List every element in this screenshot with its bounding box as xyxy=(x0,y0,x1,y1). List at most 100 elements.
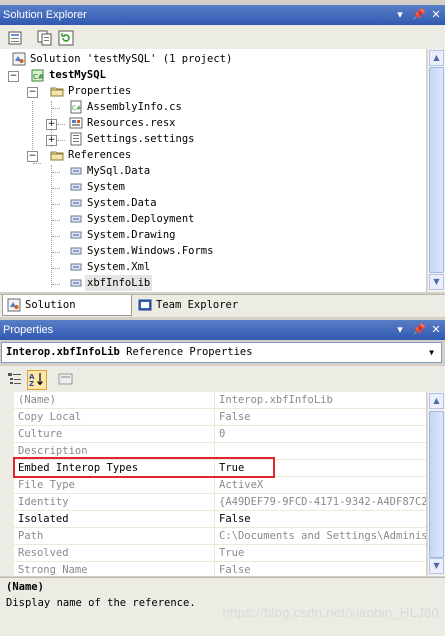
properties-title: Properties xyxy=(3,324,54,336)
tree-node-properties[interactable]: Properties xyxy=(50,83,250,99)
tree-node-reference[interactable]: System.Drawing xyxy=(69,227,269,243)
property-row[interactable]: Copy Local False xyxy=(0,409,426,426)
scroll-thumb[interactable] xyxy=(429,67,444,273)
tree-node-label: References xyxy=(68,149,132,161)
solution-icon xyxy=(12,52,26,66)
tree-node-label: xbfInfoLib xyxy=(85,275,153,291)
tree-node-project[interactable]: C# testMySQL xyxy=(31,67,231,83)
close-button[interactable]: ✕ xyxy=(430,320,442,340)
property-value: C:\Documents and Settings\Administ xyxy=(219,530,426,542)
property-row[interactable]: Resolved True xyxy=(0,545,426,562)
tree-node-references[interactable]: References xyxy=(50,147,250,163)
reference-icon xyxy=(69,228,83,242)
collapse-toggle[interactable]: − xyxy=(27,87,38,98)
window-position-button[interactable]: ▾ xyxy=(394,320,406,340)
refresh-icon[interactable] xyxy=(57,29,77,49)
scroll-thumb[interactable] xyxy=(429,411,444,558)
property-value: True xyxy=(219,547,245,559)
collapse-toggle[interactable]: − xyxy=(8,71,19,82)
property-value: Interop.xbfInfoLib xyxy=(219,394,333,406)
properties-icon[interactable] xyxy=(7,29,27,49)
tree-node-label: Properties xyxy=(68,85,132,97)
tree-node-label: System.Xml xyxy=(87,261,151,273)
solution-tree: Solution 'testMySQL' (1 project) − C# te… xyxy=(0,49,426,292)
property-name: File Type xyxy=(18,479,75,491)
tree-vertical-scrollbar[interactable]: ▲ ▼ xyxy=(427,49,445,292)
tree-node-reference-selected[interactable]: xbfInfoLib xyxy=(69,275,161,291)
svg-text:C#: C# xyxy=(72,105,81,112)
watermark: https://blog.csdn.net/xiaobin_HLJ80 xyxy=(222,605,439,620)
reference-icon xyxy=(69,244,83,258)
reference-icon xyxy=(69,196,83,210)
property-row[interactable]: Culture 0 xyxy=(0,426,426,443)
solution-explorer-toolbar xyxy=(0,25,445,50)
tree-node-label: MySql.Data xyxy=(87,165,151,177)
collapse-toggle[interactable]: − xyxy=(27,151,38,162)
object-name: Interop.xbfInfoLib xyxy=(6,346,120,358)
scroll-down-arrow[interactable]: ▼ xyxy=(429,558,444,574)
property-row[interactable]: Strong Name False xyxy=(0,562,426,576)
property-row[interactable]: Path C:\Documents and Settings\Administ xyxy=(0,528,426,545)
property-value: {A49DEF79-9FCD-4171-9342-A4DF87C231 xyxy=(219,496,426,508)
auto-hide-pin-icon[interactable]: 📌 xyxy=(412,5,426,25)
property-name: Culture xyxy=(18,428,63,440)
expand-toggle[interactable]: + xyxy=(46,135,57,146)
window-position-button[interactable]: ▾ xyxy=(394,5,406,25)
property-name: (Name) xyxy=(18,394,56,406)
property-pages-icon[interactable] xyxy=(57,370,77,390)
chevron-down-icon[interactable]: ▼ xyxy=(424,344,439,361)
alphabetical-icon[interactable]: AZ xyxy=(27,370,47,390)
property-row[interactable]: (Name) Interop.xbfInfoLib xyxy=(0,392,426,409)
property-row[interactable]: File Type ActiveX xyxy=(0,477,426,494)
tree-node-reference[interactable]: System xyxy=(69,179,269,195)
show-all-files-icon[interactable] xyxy=(36,29,56,49)
tree-node-reference[interactable]: System.Xml xyxy=(69,259,269,275)
solution-explorer-title: Solution Explorer xyxy=(3,9,87,21)
object-selector-combo[interactable]: Interop.xbfInfoLib Reference Properties … xyxy=(1,342,442,363)
tree-node-resources[interactable]: Resources.resx xyxy=(69,115,269,131)
tree-node-assemblyinfo[interactable]: C# AssemblyInfo.cs xyxy=(69,99,269,115)
tree-node-label: System xyxy=(87,181,125,193)
tree-node-reference[interactable]: MySql.Data xyxy=(69,163,269,179)
property-row[interactable]: Identity {A49DEF79-9FCD-4171-9342-A4DF87C… xyxy=(0,494,426,511)
tree-node-reference[interactable]: System.Data xyxy=(69,195,269,211)
categorized-icon[interactable] xyxy=(6,370,26,390)
auto-hide-pin-icon[interactable]: 📌 xyxy=(412,320,426,340)
property-value: ActiveX xyxy=(219,479,264,491)
property-name: Resolved xyxy=(18,547,69,559)
tab-solution-explorer[interactable]: Solution Explorer xyxy=(2,295,132,331)
svg-text:Z: Z xyxy=(29,380,34,387)
csharp-file-icon: C# xyxy=(69,100,83,114)
tree-node-label: AssemblyInfo.cs xyxy=(87,101,182,113)
close-button[interactable]: ✕ xyxy=(430,5,442,25)
csharp-project-icon: C# xyxy=(31,68,45,82)
folder-icon xyxy=(50,84,64,98)
description-title: (Name) xyxy=(6,581,44,593)
folder-icon xyxy=(50,148,64,162)
tab-label: Team Explorer xyxy=(156,299,239,311)
property-value[interactable]: False xyxy=(219,511,426,527)
solution-explorer-icon xyxy=(7,298,21,312)
tree-node-label: testMySQL xyxy=(49,69,106,81)
tree-node-label: Resources.resx xyxy=(87,117,176,129)
tab-team-explorer[interactable]: Team Explorer xyxy=(134,295,244,315)
property-row[interactable]: Isolated False xyxy=(0,511,426,528)
tree-node-solution[interactable]: Solution 'testMySQL' (1 project) xyxy=(12,51,312,67)
expand-toggle[interactable]: + xyxy=(46,119,57,130)
scroll-down-arrow[interactable]: ▼ xyxy=(429,274,444,290)
tree-node-label: System.Data xyxy=(87,197,157,209)
tree-node-reference[interactable]: System.Deployment xyxy=(69,211,269,227)
tree-node-label: Solution 'testMySQL' (1 project) xyxy=(30,53,233,65)
property-value: False xyxy=(219,411,251,423)
scroll-up-arrow[interactable]: ▲ xyxy=(429,393,444,409)
resx-file-icon xyxy=(69,116,83,130)
tree-node-settings[interactable]: Settings.settings xyxy=(69,131,269,147)
settings-file-icon xyxy=(69,132,83,146)
tree-node-label: System.Deployment xyxy=(87,213,195,225)
reference-icon xyxy=(69,212,83,226)
scroll-up-arrow[interactable]: ▲ xyxy=(429,50,444,66)
property-name: Strong Name xyxy=(18,564,88,576)
solution-explorer-tabs: Solution Explorer Team Explorer xyxy=(0,294,445,331)
property-grid-vertical-scrollbar[interactable]: ▲ ▼ xyxy=(427,392,445,576)
tree-node-reference[interactable]: System.Windows.Forms xyxy=(69,243,269,259)
